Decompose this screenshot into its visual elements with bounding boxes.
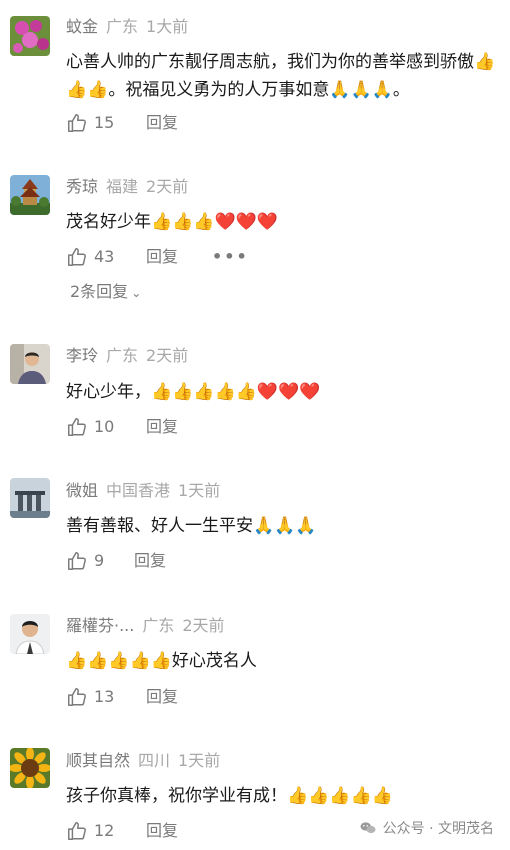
- like-button[interactable]: 10: [66, 414, 114, 440]
- comment-text: 👍👍👍👍👍好心茂名人: [66, 651, 257, 671]
- like-count: 15: [94, 113, 115, 132]
- expand-replies-button[interactable]: 2条回复 ⌄: [70, 280, 141, 304]
- location: 广东: [106, 346, 139, 365]
- like-button[interactable]: 9: [66, 548, 104, 574]
- like-button[interactable]: 13: [66, 684, 114, 710]
- comment-header: 李玲 广东 2天前: [66, 345, 188, 367]
- like-count: 12: [94, 821, 115, 840]
- watermark: 公众号 · 文明茂名: [359, 818, 494, 838]
- location: 中国香港: [106, 481, 171, 500]
- like-count: 10: [94, 417, 115, 436]
- reply-button[interactable]: 回复: [146, 414, 178, 440]
- comment-header: 顺其自然 四川 1天前: [66, 750, 220, 772]
- location: 广东: [142, 616, 175, 635]
- thumbs-up-icon: [68, 114, 86, 132]
- location: 四川: [138, 751, 171, 770]
- comment-text: 善有善報、好人一生平安🙏🙏🙏: [66, 516, 317, 536]
- comment-header: 蚊金 广东 1大前: [66, 16, 188, 38]
- reply-button[interactable]: 回复: [146, 818, 178, 844]
- timestamp: 2天前: [182, 616, 225, 635]
- like-button[interactable]: 15: [66, 110, 114, 136]
- comment-header: 秀琼 福建 2天前: [66, 176, 188, 198]
- nickname[interactable]: 李玲: [66, 346, 98, 365]
- like-button[interactable]: 12: [66, 818, 114, 844]
- comment-text: 孩子你真棒，祝你学业有成！👍👍👍👍👍: [66, 786, 393, 806]
- comment-actions: 9 回复: [66, 548, 166, 574]
- comment-header: 微姐 中国香港 1天前: [66, 480, 220, 502]
- more-options-button[interactable]: •••: [212, 244, 249, 270]
- wechat-icon: [360, 822, 376, 834]
- person-avatar-icon[interactable]: [10, 344, 50, 384]
- chevron-down-icon: ⌄: [131, 286, 142, 300]
- sunflower-avatar-icon[interactable]: [10, 748, 50, 788]
- thumbs-up-icon: [68, 418, 86, 436]
- replies-count-label: 2条回复: [70, 282, 129, 301]
- comment-actions: 13 回复: [66, 684, 178, 710]
- comment-actions: 10 回复: [66, 414, 178, 440]
- reply-button[interactable]: 回复: [146, 110, 178, 136]
- like-count: 43: [94, 247, 115, 266]
- watermark-text: 公众号 · 文明茂名: [382, 821, 494, 837]
- timestamp: 2天前: [146, 346, 189, 365]
- reply-button[interactable]: 回复: [146, 244, 178, 270]
- flower-avatar-icon[interactable]: [10, 16, 50, 56]
- comment-text: 好心少年，👍👍👍👍👍❤️❤️❤️: [66, 382, 321, 402]
- nickname[interactable]: 羅權芬·...: [66, 616, 134, 635]
- thumbs-up-icon: [68, 688, 86, 706]
- tower-avatar-icon[interactable]: [10, 175, 50, 215]
- timestamp: 1天前: [178, 481, 221, 500]
- timestamp: 2天前: [146, 177, 189, 196]
- skyline-avatar-icon[interactable]: [10, 478, 50, 518]
- nickname[interactable]: 微姐: [66, 481, 98, 500]
- reply-button[interactable]: 回复: [146, 684, 178, 710]
- comment-text: 茂名好少年👍👍👍❤️❤️❤️: [66, 212, 279, 232]
- reply-button[interactable]: 回复: [134, 548, 166, 574]
- comment-actions: 15 回复: [66, 110, 178, 136]
- location: 福建: [106, 177, 139, 196]
- thumbs-up-icon: [68, 248, 86, 266]
- man-avatar-icon[interactable]: [10, 614, 50, 654]
- comment-actions: 43 回复 •••: [66, 244, 247, 270]
- like-count: 9: [94, 551, 105, 570]
- nickname[interactable]: 蚊金: [66, 17, 98, 36]
- nickname[interactable]: 顺其自然: [66, 751, 130, 770]
- location: 广东: [106, 17, 139, 36]
- timestamp: 1大前: [146, 17, 189, 36]
- timestamp: 1天前: [178, 751, 221, 770]
- comment-header: 羅權芬·... 广东 2天前: [66, 615, 225, 637]
- thumbs-up-icon: [68, 822, 86, 840]
- nickname[interactable]: 秀琼: [66, 177, 98, 196]
- like-button[interactable]: 43: [66, 244, 114, 270]
- like-count: 13: [94, 687, 115, 706]
- comment-actions: 12 回复: [66, 818, 178, 844]
- thumbs-up-icon: [68, 552, 86, 570]
- comment-text: 心善人帅的广东靓仔周志航，我们为你的善举感到骄傲👍👍👍。祝福见义勇为的人万事如意…: [66, 52, 496, 100]
